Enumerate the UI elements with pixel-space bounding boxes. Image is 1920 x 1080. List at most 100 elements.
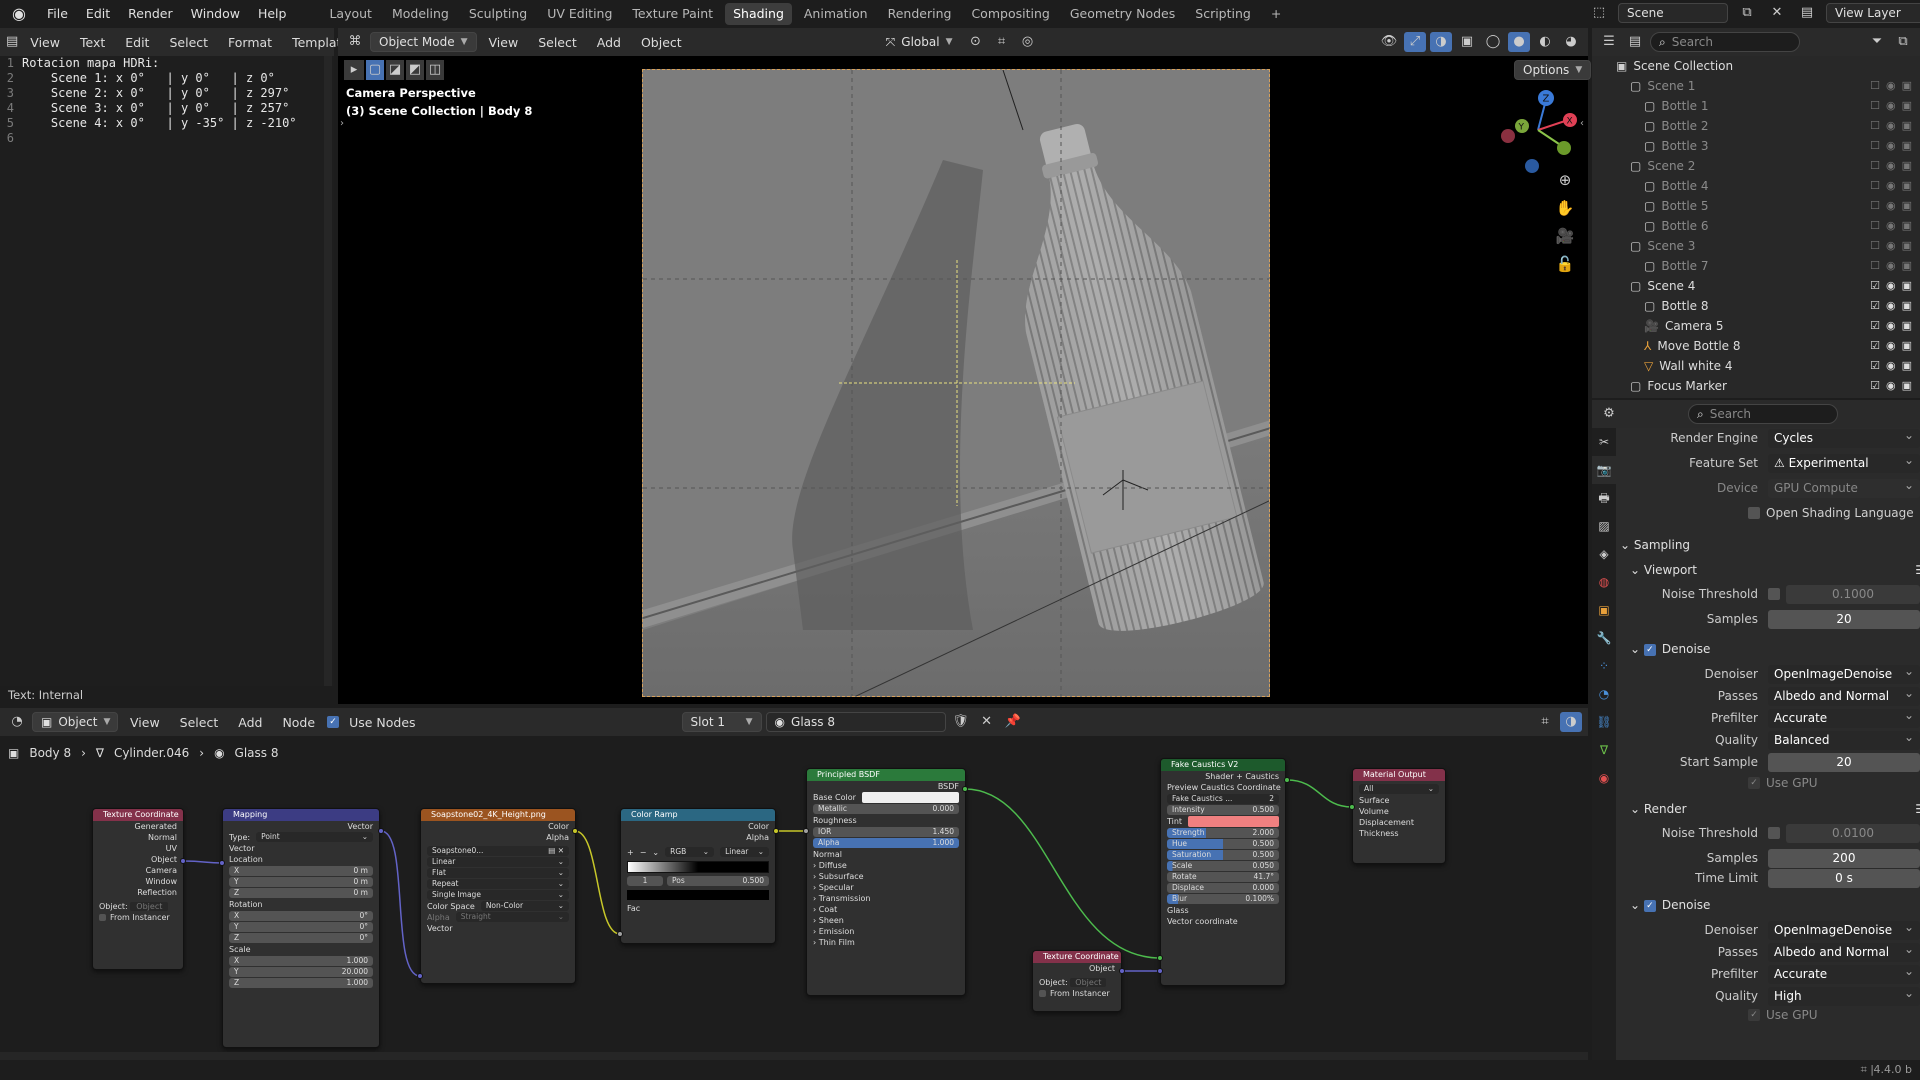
socket-uv-out[interactable] (180, 858, 186, 864)
checkbox-icon[interactable]: ☐ (1870, 196, 1880, 216)
outliner-item[interactable]: ▢ Bottle 1 ☐ ◉ ▣ (1592, 96, 1920, 116)
particles-tab-icon[interactable]: ⁘ (1592, 652, 1616, 680)
lock-camera-icon[interactable]: 🔓 (1554, 254, 1576, 274)
vp-denoise-checkbox[interactable]: ✓ (1643, 643, 1656, 656)
from-instancer-checkbox[interactable] (99, 914, 106, 921)
scale-x-field[interactable]: X 1.000 (229, 956, 373, 966)
camera-render-icon[interactable]: ▣ (1902, 116, 1912, 136)
camera-render-icon[interactable]: ▣ (1902, 236, 1912, 256)
vp-quality-dropdown[interactable]: Balanced (1768, 728, 1920, 750)
vp-noise-checkbox[interactable] (1768, 588, 1780, 600)
sampling-section[interactable]: ⌄ Sampling (1620, 534, 1900, 556)
code-area[interactable]: 1 Rotacion mapa HDRi: 2 Scene 1: x 0° | y… (0, 56, 324, 676)
text-menu-view[interactable]: View (22, 35, 68, 50)
viewport-menu-object[interactable]: Object (633, 35, 690, 50)
eye-icon[interactable]: ◉ (1886, 336, 1896, 356)
panel-subsurface[interactable]: › Subsurface (807, 871, 965, 882)
ramp-index-field[interactable]: 1 (627, 876, 663, 886)
location-z-field[interactable]: Z0 m (229, 888, 373, 898)
menu-help[interactable]: Help (249, 0, 296, 28)
color-space-dropdown[interactable]: Non-Color ⌄ (480, 901, 569, 911)
r-denoise-subsection[interactable]: ⌄ ✓ Denoise (1630, 894, 1910, 916)
viewport-menu-add[interactable]: Add (589, 35, 629, 50)
output-target-dropdown[interactable]: All ⌄ (1359, 784, 1439, 794)
extension-dropdown[interactable]: Repeat ⌄ (427, 879, 569, 889)
node-image-texture[interactable]: Soapstone02_4K_Height.png Color Alpha So… (420, 808, 576, 984)
transform-orientation-dropdown[interactable]: ⤧ Global ▼ (878, 32, 961, 52)
eye-icon[interactable]: ◉ (1886, 316, 1896, 336)
rotation-y-field[interactable]: Y 0° (229, 922, 373, 932)
eye-icon[interactable]: ◉ (1886, 376, 1896, 396)
output-tab-icon[interactable]: 🖶 (1592, 484, 1616, 512)
viewport-subsection[interactable]: ⌄ Viewport☰ (1630, 559, 1920, 581)
text-menu-format[interactable]: Format (220, 35, 280, 50)
visibility-icon[interactable]: 👁 (1378, 32, 1400, 52)
mapping-type-dropdown[interactable]: Point ⌄ (256, 832, 373, 842)
checkbox-icon[interactable]: ☐ (1870, 96, 1880, 116)
metallic-field[interactable]: Metallic 0.000 (813, 804, 959, 814)
checkbox-icon[interactable]: ☐ (1870, 76, 1880, 96)
socket-image-color-out[interactable] (572, 828, 578, 834)
viewport-menu-view[interactable]: View (481, 35, 527, 50)
pan-hand-icon[interactable]: ✋ (1554, 198, 1576, 218)
select-invert-icon[interactable]: ◫ (426, 60, 444, 80)
camera-render-icon[interactable]: ▣ (1902, 296, 1912, 316)
scale-y-field[interactable]: Y 20.000 (229, 967, 373, 977)
collapse-toolbar-icon[interactable]: ‹ (1580, 118, 1584, 129)
checkbox-icon[interactable]: ☐ (1870, 136, 1880, 156)
panel-specular[interactable]: › Specular (807, 882, 965, 893)
socket-object-out[interactable] (1119, 968, 1125, 974)
socket-ramp-fac-in[interactable] (617, 931, 623, 937)
eye-icon[interactable]: ◉ (1886, 96, 1896, 116)
checkbox-icon[interactable]: ☐ (1870, 256, 1880, 276)
image-file-field[interactable]: Soapstone0... ▤ ✕ (427, 846, 569, 856)
location-x-field[interactable]: X0 m (229, 866, 373, 876)
select-subtract-icon[interactable]: ◩ (406, 60, 424, 80)
vp-prefilter-dropdown[interactable]: Accurate (1768, 706, 1920, 728)
eye-icon[interactable]: ◉ (1886, 76, 1896, 96)
outliner-item[interactable]: ▢ Bottle 7 ☐ ◉ ▣ (1592, 256, 1920, 276)
camera-render-icon[interactable]: ▣ (1902, 376, 1912, 396)
socket-bsdf-roughness-in[interactable] (803, 828, 809, 834)
render-subsection[interactable]: ⌄ Render☰ (1630, 798, 1920, 820)
editor-type-icon[interactable]: ⚙ (1598, 404, 1620, 424)
shading-solid-icon[interactable]: ● (1508, 32, 1530, 52)
outliner-search-input[interactable]: ⌕ Search (1650, 32, 1800, 52)
outliner-item[interactable]: ▢ Bottle 6 ☐ ◉ ▣ (1592, 216, 1920, 236)
filter-icon[interactable]: ⏷ (1866, 32, 1888, 52)
node-group-selector[interactable]: Fake Caustics ... 2 (1167, 794, 1279, 804)
vp-noise-field[interactable]: 0.1000 (1786, 584, 1920, 604)
checkbox-icon[interactable]: ☐ (1870, 216, 1880, 236)
world-tab-icon[interactable]: ◍ (1592, 568, 1616, 596)
shading-material-icon[interactable]: ◐ (1534, 32, 1556, 52)
location-y-field[interactable]: Y0 m (229, 877, 373, 887)
select-box-icon[interactable]: ▢ (366, 60, 384, 80)
navigation-gizmo[interactable]: Z Y X (1498, 86, 1578, 174)
select-extend-icon[interactable]: ◪ (386, 60, 404, 80)
source-dropdown[interactable]: Single Image ⌄ (427, 890, 569, 900)
node-principled-bsdf[interactable]: Principled BSDF BSDF Base Color Metallic… (806, 768, 966, 996)
ior-field[interactable]: IOR 1.450 (813, 827, 959, 837)
tab-animation[interactable]: Animation (796, 3, 876, 25)
outliner-item[interactable]: ▢ Bottle 5 ☐ ◉ ▣ (1592, 196, 1920, 216)
checkbox-icon[interactable]: ☑ (1870, 316, 1880, 336)
tab-uv-editing[interactable]: UV Editing (539, 3, 620, 25)
list-icon[interactable]: ☰ (1915, 798, 1920, 820)
menu-render[interactable]: Render (119, 0, 182, 28)
editor-type-icon[interactable]: ⌘ (344, 32, 366, 52)
scale-z-field[interactable]: Z 1.000 (229, 978, 373, 988)
new-scene-icon[interactable]: ⧉ (1736, 3, 1758, 23)
blender-logo-icon[interactable]: ◉ (8, 3, 30, 25)
gizmo-icon[interactable]: ⤢ (1404, 32, 1426, 52)
add-workspace-icon[interactable]: + (1263, 3, 1289, 25)
list-icon[interactable]: ☰ (1915, 559, 1920, 581)
ramp-menu-icon[interactable]: ⌄ (652, 847, 659, 858)
cursor-tool-icon[interactable]: ▸ (344, 60, 364, 80)
outliner-item[interactable]: ▢ Scene 2 ☐ ◉ ▣ (1592, 156, 1920, 176)
object-tab-icon[interactable]: ▣ (1592, 596, 1616, 624)
camera-render-icon[interactable]: ▣ (1902, 76, 1912, 96)
socket-glass-in[interactable] (1157, 955, 1163, 961)
socket-vector-coord-in[interactable] (1157, 968, 1163, 974)
device-dropdown[interactable]: GPU Compute (1768, 476, 1920, 498)
socket-surface-in[interactable] (1349, 804, 1355, 810)
